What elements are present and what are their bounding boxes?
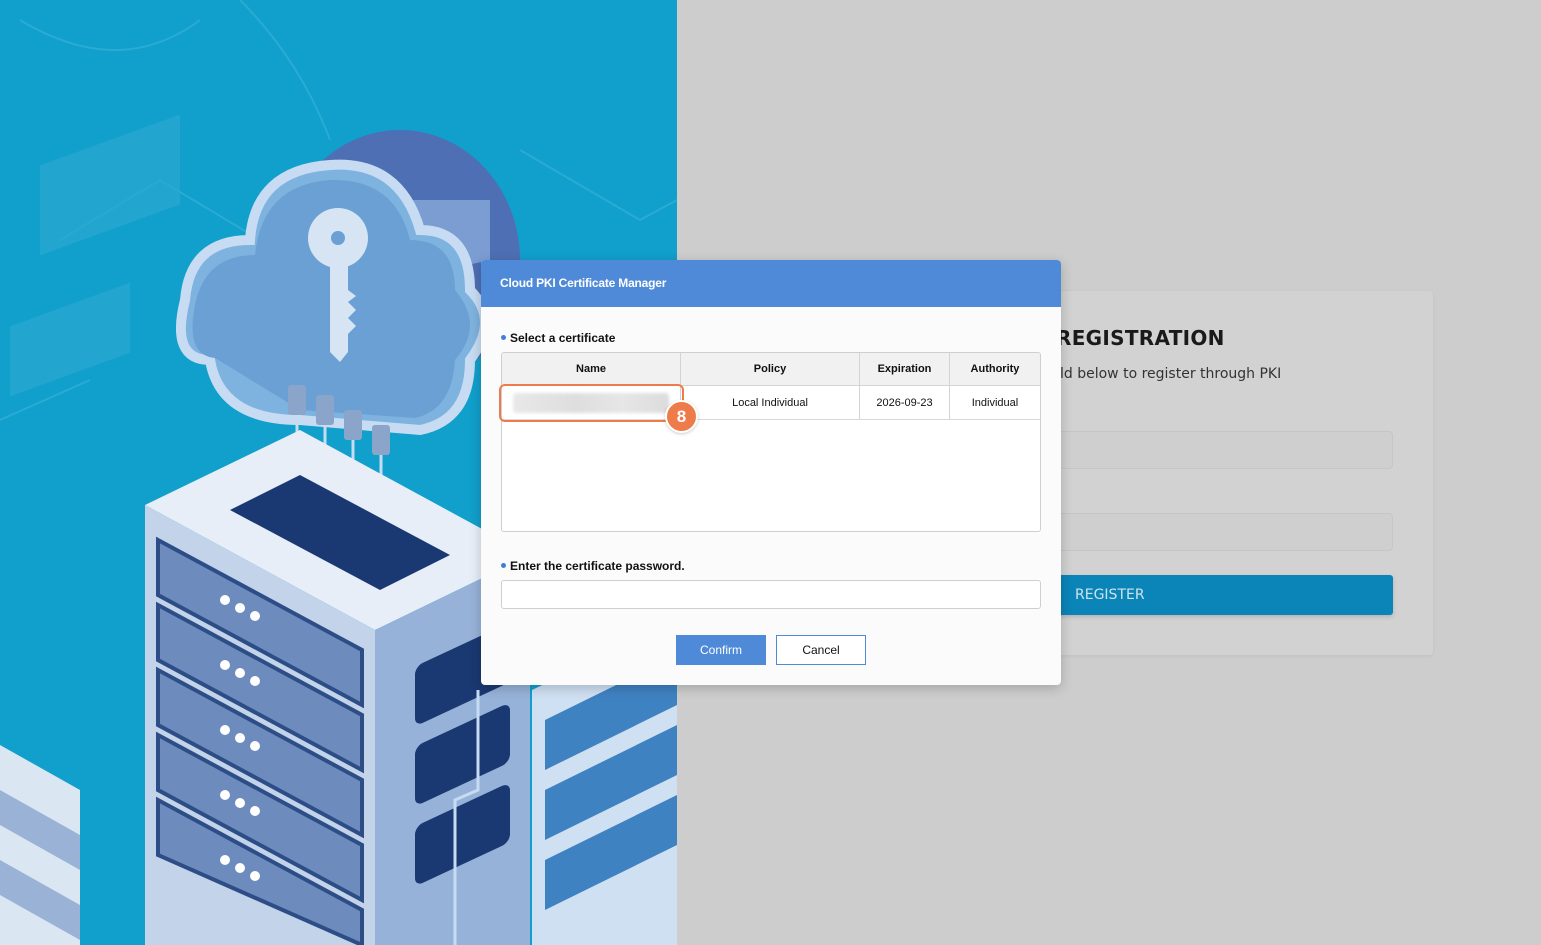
column-header-name[interactable]: Name (502, 353, 681, 385)
cell-authority[interactable]: Individual (950, 386, 1040, 419)
column-header-expiration[interactable]: Expiration (860, 353, 950, 385)
step-highlight-box (499, 384, 684, 422)
cancel-button[interactable]: Cancel (776, 635, 866, 665)
confirm-button[interactable]: Confirm (676, 635, 766, 665)
password-label: Enter the certificate password. (501, 559, 685, 573)
cell-policy[interactable]: Local Individual (681, 386, 860, 419)
cell-expiration[interactable]: 2026-09-23 (860, 386, 950, 419)
certificate-table: Name Policy Expiration Authority Local I… (501, 352, 1041, 532)
certificate-manager-dialog: Cloud PKI Certificate Manager Select a c… (481, 260, 1061, 685)
certificate-password-input[interactable] (501, 580, 1041, 609)
step-badge: 8 (665, 400, 698, 433)
dialog-header: Cloud PKI Certificate Manager (481, 260, 1061, 307)
table-header: Name Policy Expiration Authority (502, 353, 1040, 386)
registration-title: REGISTRATION (1056, 326, 1225, 350)
registration-input-2[interactable] (1040, 513, 1393, 551)
registration-subtitle: ld below to register through PKI (1060, 366, 1282, 382)
bullet-icon (501, 563, 506, 569)
bullet-icon (501, 335, 506, 341)
select-certificate-label: Select a certificate (501, 331, 615, 345)
column-header-policy[interactable]: Policy (681, 353, 860, 385)
register-button[interactable]: REGISTER (1040, 575, 1393, 615)
column-header-authority[interactable]: Authority (950, 353, 1040, 385)
dialog-title: Cloud PKI Certificate Manager (500, 276, 667, 290)
registration-input-1[interactable] (1040, 431, 1393, 469)
